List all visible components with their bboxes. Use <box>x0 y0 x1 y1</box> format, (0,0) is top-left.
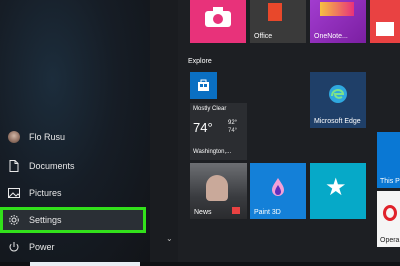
weather-location: Washington,... <box>193 149 232 155</box>
settings-item[interactable]: Settings <box>0 207 150 233</box>
pictures-item[interactable]: Pictures <box>0 180 150 206</box>
edge-icon <box>328 84 348 109</box>
camera-tile[interactable] <box>190 0 246 43</box>
user-account-item[interactable]: Flo Rusu <box>0 124 150 150</box>
paint3d-tile[interactable]: Paint 3D <box>250 163 306 219</box>
news-icon <box>232 207 240 214</box>
weather-temp: 74° <box>193 120 213 135</box>
documents-item[interactable]: Documents <box>0 153 150 179</box>
store-bag-icon <box>376 22 394 36</box>
paint3d-icon <box>270 177 286 202</box>
news-tile[interactable]: News <box>190 163 247 219</box>
documents-label: Documents <box>29 161 75 171</box>
weather-high: 92° <box>228 120 238 126</box>
office-icon <box>268 3 282 21</box>
store-partial-tile[interactable] <box>370 0 400 43</box>
edge-tile[interactable]: Microsoft Edge <box>310 72 366 128</box>
section-title-explore: Explore <box>188 58 212 65</box>
edge-label: Microsoft Edge <box>314 118 361 125</box>
document-icon <box>7 159 21 173</box>
star-tile[interactable]: ★ <box>310 163 366 219</box>
onenote-icon <box>320 2 354 16</box>
this-pc-tile[interactable]: This P <box>377 132 400 188</box>
pictures-icon <box>7 186 21 200</box>
news-photo-icon <box>206 175 228 201</box>
office-tile[interactable]: Office <box>250 0 306 43</box>
weather-condition: Mostly Clear <box>193 106 227 112</box>
opera-tile[interactable]: Opera <box>377 191 400 247</box>
paint3d-label: Paint 3D <box>254 209 281 216</box>
avatar-icon <box>7 130 21 144</box>
pictures-label: Pictures <box>29 188 62 198</box>
this-pc-label: This P <box>380 178 400 185</box>
store-icon <box>197 79 210 97</box>
opera-icon <box>383 205 397 221</box>
settings-label: Settings <box>29 215 62 225</box>
power-icon <box>7 240 21 254</box>
chevron-down-icon[interactable]: ⌄ <box>166 234 173 243</box>
onenote-label: OneNote... <box>314 33 348 40</box>
taskbar-search-edge[interactable] <box>30 262 140 266</box>
weather-tile[interactable]: Mostly Clear 74° 92° 74° Washington,... <box>190 103 247 160</box>
user-name: Flo Rusu <box>29 132 66 142</box>
onenote-tile[interactable]: OneNote... <box>310 0 366 43</box>
office-label: Office <box>254 33 273 40</box>
power-item[interactable]: Power <box>0 234 150 260</box>
news-label: News <box>194 209 212 216</box>
divider-column <box>150 0 178 266</box>
star-icon: ★ <box>325 174 347 201</box>
microsoft-store-tile[interactable] <box>190 72 217 99</box>
weather-low: 74° <box>228 128 238 134</box>
opera-label: Opera <box>380 237 400 244</box>
gear-icon <box>7 213 21 227</box>
camera-icon <box>204 6 232 33</box>
power-label: Power <box>29 242 55 252</box>
